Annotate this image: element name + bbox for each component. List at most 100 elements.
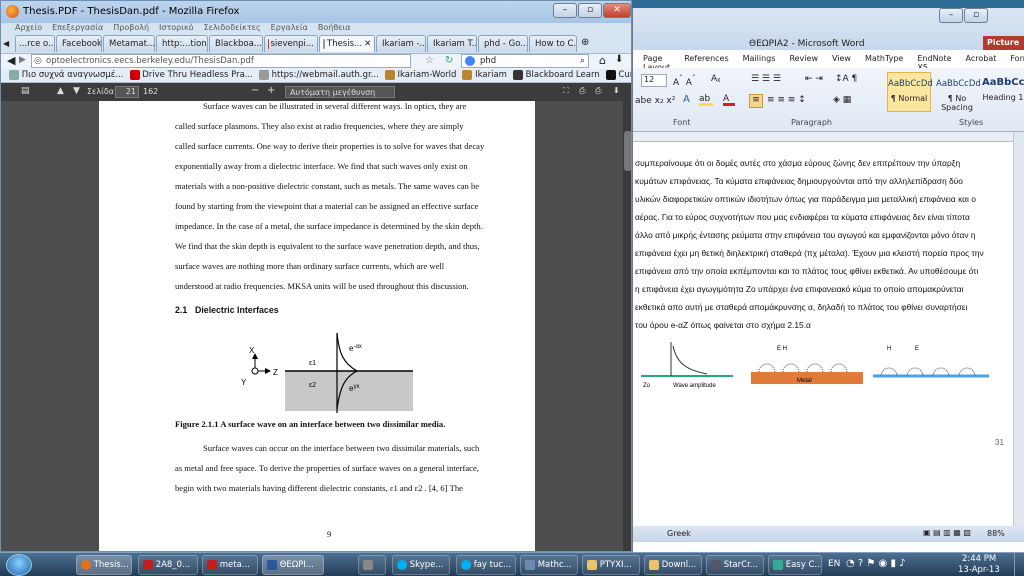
download-icon[interactable]: ⬇ xyxy=(613,86,620,95)
tab-2[interactable]: Metamat... xyxy=(103,35,155,52)
strike-sub-icon[interactable]: abe x₂ x² xyxy=(635,96,675,106)
taskbar-starcraft[interactable]: StarCr... xyxy=(706,555,764,575)
menu-view[interactable]: Προβολή xyxy=(113,23,149,35)
zoom-level[interactable]: 88% xyxy=(987,529,1005,538)
bookmark-5[interactable]: Blackboard Learn xyxy=(512,69,600,82)
align-left-icon[interactable]: ≡ xyxy=(749,94,763,108)
tab-page-layout[interactable]: Page Layout xyxy=(643,54,670,72)
menu-tools[interactable]: Εργαλεία xyxy=(271,23,308,35)
tab-references[interactable]: References xyxy=(684,54,728,66)
zoom-out-icon[interactable]: − xyxy=(251,85,259,96)
tab-view[interactable]: View xyxy=(832,54,851,66)
taskbar-folder-ptyxio[interactable]: PTYXI... xyxy=(582,555,640,575)
close-button[interactable]: ✕ xyxy=(603,3,631,18)
tab-format[interactable]: Format xyxy=(1010,54,1024,66)
indent-icon[interactable]: ⇤ ⇥ xyxy=(805,74,823,84)
zoom-in-icon[interactable]: + xyxy=(267,85,275,96)
zoom-select[interactable]: Αυτόματη μεγέθυνση xyxy=(285,86,395,98)
bookmark-1[interactable]: Drive Thru Headless Pra... xyxy=(129,69,253,82)
downloads-icon[interactable]: ⬇ xyxy=(615,54,623,65)
tab-10[interactable]: How to C... xyxy=(529,35,577,52)
language-indicator[interactable]: EN xyxy=(828,559,840,569)
sidebar-toggle-icon[interactable]: ▤ xyxy=(21,86,30,96)
tab-3[interactable]: http:...tions xyxy=(156,35,208,52)
word-scrollbar[interactable] xyxy=(1013,132,1024,526)
menu-history[interactable]: Ιστορικό xyxy=(159,23,194,35)
back-icon[interactable]: ◀ xyxy=(7,54,15,67)
tab-5[interactable]: sievenpi... xyxy=(264,35,318,52)
clock-date[interactable]: 13-Apr-13 xyxy=(958,565,1000,575)
tab-mailings[interactable]: Mailings xyxy=(743,54,776,66)
tab-review[interactable]: Review xyxy=(789,54,818,66)
tab-0[interactable]: ...rce o... xyxy=(15,35,55,52)
search-icon[interactable]: ⌕ xyxy=(580,55,585,67)
tab-acrobat[interactable]: Acrobat xyxy=(966,54,997,66)
align-buttons-icon[interactable]: ≡ ≡ ≡ ↕ xyxy=(767,95,806,105)
tab-4[interactable]: Blackboa... xyxy=(209,35,263,52)
word-titlebar[interactable]: ΘΕΩΡΙΑ2 - Microsoft Word Picture To... –… xyxy=(633,8,1024,61)
reload-icon[interactable]: ↻ xyxy=(445,55,453,66)
grow-font-icon[interactable]: Aˆ Aˇ xyxy=(673,74,696,88)
style-no-spacing[interactable]: AaBbCcDd ¶ No Spacing xyxy=(935,72,981,112)
previous-page-icon[interactable]: ▲ xyxy=(57,86,64,96)
taskbar-mathcad[interactable]: Mathc... xyxy=(520,555,578,575)
view-buttons-icon[interactable]: ▣ ▤ ▥ ▦ ▧ xyxy=(923,528,971,537)
bookmark-6[interactable]: Curiosity Finds That Anc... xyxy=(605,69,631,82)
bookmark-2[interactable]: https://webmail.auth.gr... xyxy=(258,69,379,82)
tab-thesis[interactable]: Thesis... ✕ xyxy=(319,35,375,52)
picture-tools-tab[interactable]: Picture To... xyxy=(983,36,1024,61)
star-icon[interactable]: ☆ xyxy=(425,55,434,66)
search-bar[interactable]: phd ⌕ xyxy=(461,54,589,68)
tray-icons[interactable]: ◔ ? ⚑ ◉ ▮ ♪ xyxy=(846,558,906,569)
menu-help[interactable]: Βοήθεια xyxy=(318,23,351,35)
tab-close-icon[interactable]: ✕ xyxy=(364,37,371,52)
font-size-box[interactable]: 12 xyxy=(641,74,667,87)
style-heading-1[interactable]: AaBbCc Heading 1 xyxy=(981,72,1024,112)
menu-bookmarks[interactable]: Σελιδοδείκτες xyxy=(204,23,261,35)
clear-format-icon[interactable]: Aᵪ xyxy=(711,74,720,84)
taskbar-skype[interactable]: Skype... xyxy=(392,555,450,575)
open-file-icon[interactable]: ⎙ xyxy=(579,86,585,96)
tab-scroll-left-icon[interactable]: ◀ xyxy=(3,39,9,48)
start-button[interactable] xyxy=(6,554,32,576)
taskbar-word[interactable]: ΘΕΩΡΙ... xyxy=(262,555,324,575)
font-color-icon[interactable]: A xyxy=(723,94,735,106)
menu-file[interactable]: Αρχείο xyxy=(15,23,42,35)
word-minimize-button[interactable]: – xyxy=(939,8,963,23)
menu-edit[interactable]: Επεξεργασία xyxy=(52,23,103,35)
taskbar-firefox[interactable]: Thesis... xyxy=(76,555,132,575)
word-document[interactable]: συμπεραίνουμε ότι οι δομές αυτές στο χάσ… xyxy=(633,132,1024,526)
tab-endnote[interactable]: EndNote X5 xyxy=(917,54,951,72)
home-icon[interactable]: ⌂ xyxy=(599,54,606,67)
style-normal[interactable]: AaBbCcDd ¶ Normal xyxy=(887,72,933,112)
word-maximize-button[interactable]: ▫ xyxy=(964,8,988,23)
minimize-button[interactable]: – xyxy=(553,3,577,18)
scroll-thumb[interactable] xyxy=(624,131,631,171)
maximize-button[interactable]: ▫ xyxy=(578,3,602,18)
tab-facebook[interactable]: Facebook xyxy=(56,35,102,52)
clock-time[interactable]: 2:44 PM xyxy=(962,554,996,564)
tab-8[interactable]: Ikariam T... xyxy=(427,35,477,52)
taskbar-skype-chat[interactable]: fay tuc... xyxy=(456,555,516,575)
bookmark-4[interactable]: Ikariam xyxy=(462,69,507,82)
bullets-icon[interactable]: ☰ ☰ ☰ xyxy=(751,74,781,84)
forward-icon[interactable]: ▶ xyxy=(19,55,26,65)
next-page-icon[interactable]: ▼ xyxy=(73,86,80,96)
new-tab-button[interactable]: ⊕ xyxy=(578,35,592,53)
show-desktop-button[interactable] xyxy=(1014,553,1024,576)
tab-mathtype[interactable]: MathType xyxy=(865,54,903,66)
bookmark-most-visited[interactable]: Πιο συχνά αναγνωσμέ... xyxy=(9,69,124,82)
firefox-titlebar[interactable]: Thesis.PDF - ThesisDan.pdf - Mozilla Fir… xyxy=(1,1,631,23)
pdf-scrollbar[interactable] xyxy=(623,101,631,551)
highlight-icon[interactable]: ab xyxy=(699,94,713,106)
taskbar-easy[interactable]: Easy C... xyxy=(768,555,822,575)
presentation-icon[interactable]: ⛶ xyxy=(563,86,569,96)
bookmark-3[interactable]: Ikariam-World xyxy=(384,69,456,82)
shading-icon[interactable]: ◈ ▦ xyxy=(833,95,851,105)
url-bar[interactable]: ◎ optoelectronics.eecs.berkeley.edu/Thes… xyxy=(31,54,411,68)
taskbar-downloads[interactable]: Downl... xyxy=(644,555,702,575)
page-number-input[interactable]: 21 xyxy=(115,86,139,98)
taskbar-pdf-1[interactable]: 2A8_0... xyxy=(138,555,198,575)
tab-9[interactable]: phd - Go... xyxy=(478,35,528,52)
print-icon[interactable]: ⎙ xyxy=(595,86,601,96)
